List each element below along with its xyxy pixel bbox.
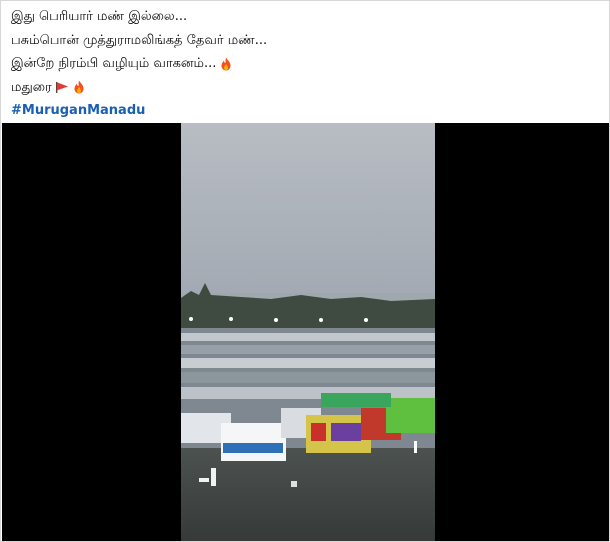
caption-line-1: இது பெரியார் மண் இல்லை... <box>11 5 591 29</box>
caption-line-5: #MuruganManadu <box>11 99 591 123</box>
caption-line-1-text: இது பெரியார் மண் இல்லை... <box>11 9 188 24</box>
post-caption: இது பெரியார் மண் இல்லை... பசும்பொன் முத்… <box>11 5 591 123</box>
caption-line-2-text: பசும்பொன் முத்துராமலிங்கத் தேவர் மண்... <box>11 32 268 48</box>
caption-line-2: பசும்பொன் முத்துராமலிங்கத் தேவர் மண்... <box>11 29 591 53</box>
facebook-post: இது பெரியார் மண் இல்லை... பசும்பொன் முத்… <box>0 0 610 542</box>
city-text: மதுரை <box>11 79 52 95</box>
fire-icon <box>219 57 233 71</box>
ground <box>181 448 435 541</box>
fire-icon <box>72 80 86 94</box>
video-player[interactable] <box>2 123 609 541</box>
red-flag-icon <box>55 80 69 94</box>
caption-line-4: மதுரை <box>11 76 591 100</box>
caption-line-3-text: இன்றே நிரம்பி வழியும் வாகனம்... <box>11 56 217 71</box>
sky <box>181 123 435 298</box>
video-thumbnail <box>181 123 435 541</box>
caption-line-3: இன்றே நிரம்பி வழியும் வாகனம்... <box>11 52 591 76</box>
video-frame[interactable] <box>181 123 435 541</box>
hashtag-link[interactable]: #MuruganManadu <box>11 99 145 123</box>
